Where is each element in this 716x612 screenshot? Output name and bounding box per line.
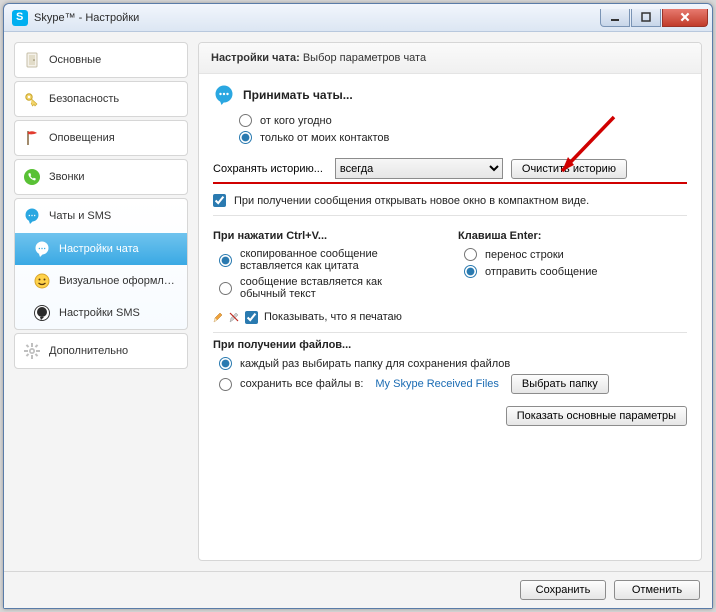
radio-label: перенос строки [485, 249, 564, 261]
door-icon [23, 51, 41, 69]
skype-logo-icon [12, 10, 28, 26]
cancel-button[interactable]: Отменить [614, 580, 700, 600]
sidebar-label: Дополнительно [49, 345, 128, 357]
sidebar-item-visual[interactable]: Визуальное оформлен... [15, 265, 187, 297]
close-button[interactable] [662, 9, 708, 27]
radio-files-save-input[interactable] [219, 378, 232, 391]
radio-enter-newline-input[interactable] [464, 248, 477, 261]
sidebar-item-chats[interactable]: ⋯ Чаты и SMS [15, 199, 187, 233]
sidebar-label: Звонки [49, 171, 85, 183]
pencil-icons [213, 310, 239, 324]
dialog-footer: Сохранить Отменить [4, 571, 712, 608]
radio-label: сообщение вставляется как обычный текст [240, 276, 430, 300]
radio-accept-contacts[interactable]: только от моих контактов [213, 129, 687, 146]
files-heading: При получении файлов... [213, 339, 687, 351]
radio-label: сохранить все файлы в: [240, 378, 363, 390]
flag-icon [23, 129, 41, 147]
maximize-button[interactable] [631, 9, 661, 27]
radio-ctrlv-plain-input[interactable] [219, 282, 232, 295]
checkbox-typing[interactable]: Показывать, что я печатаю [245, 311, 402, 324]
radio-accept-any[interactable]: от кого угодно [213, 112, 687, 129]
checkbox-compact-input[interactable] [213, 194, 226, 207]
chat-bubble-icon: ⋯ [23, 207, 41, 225]
radio-files-save[interactable]: сохранить все файлы в: My Skype Received… [213, 372, 687, 396]
window-buttons [599, 9, 708, 27]
radio-enter-send-input[interactable] [464, 265, 477, 278]
window-title: Skype™ - Настройки [34, 12, 139, 24]
gear-icon [23, 342, 41, 360]
radio-label: отправить сообщение [485, 266, 597, 278]
sidebar-item-general[interactable]: Основные [15, 43, 187, 77]
sidebar-item-calls[interactable]: Звонки [15, 160, 187, 194]
svg-text:⋯: ⋯ [28, 211, 36, 220]
sidebar-label: Чаты и SMS [49, 210, 111, 222]
radio-label: скопированное сообщение вставляется как … [240, 248, 430, 272]
svg-text:⋯: ⋯ [38, 244, 46, 253]
save-button[interactable]: Сохранить [520, 580, 606, 600]
history-row: Сохранять историю... всегда Очистить ист… [213, 156, 687, 184]
radio-label: от кого угодно [260, 115, 332, 127]
checkbox-label: При получении сообщения открывать новое … [234, 195, 589, 207]
smiley-icon [33, 272, 51, 290]
pencil-icon [213, 311, 223, 323]
checkbox-typing-input[interactable] [245, 311, 258, 324]
sidebar-label: Настройки SMS [59, 307, 140, 319]
client-area: Основные Безопасность Оповещения [4, 32, 712, 571]
sidebar-item-advanced[interactable]: Дополнительно [15, 334, 187, 368]
radio-label: каждый раз выбирать папку для сохранения… [240, 358, 510, 370]
sidebar-label: Основные [49, 54, 101, 66]
show-basic-button[interactable]: Показать основные параметры [506, 406, 687, 426]
ctrlv-heading: При нажатии Ctrl+V... [213, 230, 442, 242]
main-header-title: Настройки чата: [211, 52, 300, 64]
main-header: Настройки чата: Выбор параметров чата [199, 43, 701, 74]
settings-window: Skype™ - Настройки Основные [3, 3, 713, 609]
sidebar-item-security[interactable]: Безопасность [15, 82, 187, 116]
radio-ctrlv-plain[interactable]: сообщение вставляется как обычный текст [213, 274, 442, 302]
radio-ctrlv-quote[interactable]: скопированное сообщение вставляется как … [213, 246, 442, 274]
sms-icon [33, 304, 51, 322]
history-label: Сохранять историю... [213, 163, 323, 175]
radio-files-ask-input[interactable] [219, 357, 232, 370]
sidebar-label: Безопасность [49, 93, 119, 105]
radio-enter-send[interactable]: отправить сообщение [458, 263, 687, 280]
choose-folder-button[interactable]: Выбрать папку [511, 374, 609, 394]
sidebar-label: Визуальное оформлен... [59, 275, 179, 287]
radio-accept-any-input[interactable] [239, 114, 252, 127]
chat-bubble-icon: ⋯ [33, 240, 51, 258]
sidebar: Основные Безопасность Оповещения [14, 42, 188, 561]
sidebar-item-alerts[interactable]: Оповещения [15, 121, 187, 155]
radio-accept-contacts-input[interactable] [239, 131, 252, 144]
checkbox-label: Показывать, что я печатаю [264, 311, 402, 323]
enter-heading: Клавиша Enter: [458, 230, 687, 242]
sidebar-label: Оповещения [49, 132, 115, 144]
radio-enter-newline[interactable]: перенос строки [458, 246, 687, 263]
sidebar-label: Настройки чата [59, 243, 139, 255]
main-body: Принимать чаты... от кого угодно только … [199, 74, 701, 440]
chat-bubble-icon [213, 84, 235, 106]
pencil-disabled-icon [229, 311, 239, 323]
key-icon [23, 90, 41, 108]
titlebar[interactable]: Skype™ - Настройки [4, 4, 712, 32]
minimize-button[interactable] [600, 9, 630, 27]
sidebar-item-chat-settings[interactable]: ⋯ Настройки чата [15, 233, 187, 265]
received-folder-link[interactable]: My Skype Received Files [375, 378, 499, 390]
accept-chats-heading: Принимать чаты... [243, 88, 353, 102]
sidebar-item-sms[interactable]: Настройки SMS [15, 297, 187, 329]
clear-history-button[interactable]: Очистить историю [511, 159, 627, 179]
checkbox-compact[interactable]: При получении сообщения открывать новое … [213, 192, 687, 209]
main-panel: Настройки чата: Выбор параметров чата Пр… [198, 42, 702, 561]
radio-files-ask[interactable]: каждый раз выбирать папку для сохранения… [213, 355, 687, 372]
radio-label: только от моих контактов [260, 132, 389, 144]
history-select[interactable]: всегда [335, 158, 503, 179]
main-header-subtitle: Выбор параметров чата [300, 52, 426, 64]
radio-ctrlv-quote-input[interactable] [219, 254, 232, 267]
phone-icon [23, 168, 41, 186]
